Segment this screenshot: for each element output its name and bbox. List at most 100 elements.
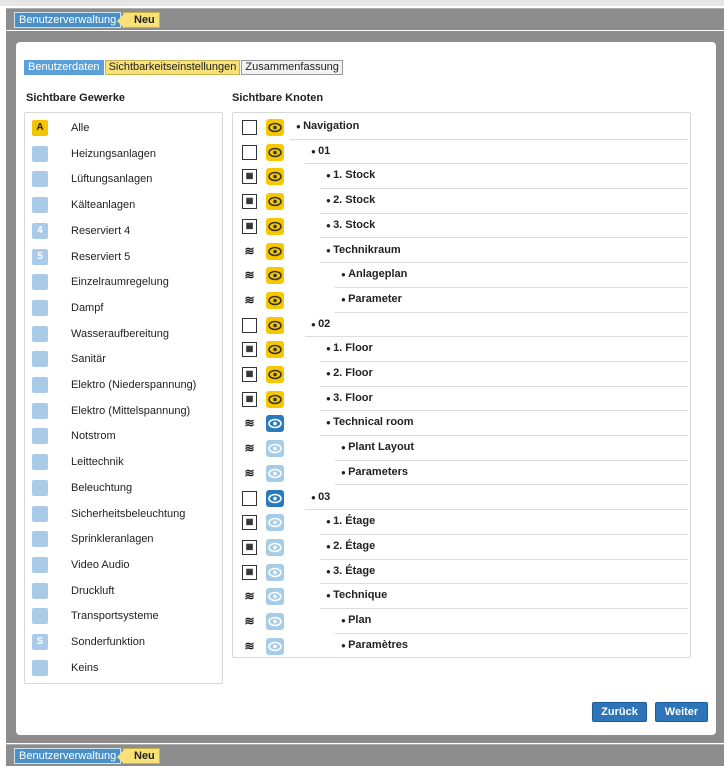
trade-item[interactable]: Sicherheitsbeleuchtung [25, 502, 222, 528]
heating-icon[interactable]: ≋ [242, 441, 257, 456]
heating-icon[interactable]: ≋ [242, 589, 257, 604]
visibility-eye-icon[interactable] [266, 291, 284, 309]
room-control-icon[interactable]: ▦ [242, 194, 257, 210]
breadcrumb-app[interactable]: Benutzerverwaltung [14, 12, 122, 28]
visibility-eye-icon[interactable] [266, 538, 284, 556]
node-checkbox[interactable] [242, 144, 257, 160]
visibility-eye-icon[interactable] [266, 193, 284, 211]
visibility-eye-icon[interactable] [266, 464, 284, 482]
tree-node[interactable]: ≋ ● Anlageplan [233, 263, 690, 288]
trade-item[interactable]: Heizungsanlagen [25, 142, 222, 168]
visibility-eye-icon[interactable] [266, 440, 284, 458]
trade-item[interactable]: Lüftungsanlagen [25, 167, 222, 193]
visibility-eye-icon[interactable] [266, 637, 284, 655]
trade-item[interactable]: Sanitär [25, 347, 222, 373]
tree-node[interactable]: ≋ ● Technique [233, 584, 690, 609]
room-control-icon[interactable]: ▦ [242, 367, 257, 382]
tree-node[interactable]: ▦ ● 3. Floor [233, 387, 690, 412]
tree-node[interactable]: ▦ ● 3. Stock [233, 214, 690, 239]
trade-item[interactable]: Transportsysteme [25, 604, 222, 630]
trade-item[interactable]: Wasseraufbereitung [25, 322, 222, 348]
trade-item[interactable]: Dampf [25, 296, 222, 322]
trade-item[interactable]: Keins [25, 656, 222, 682]
heating-icon[interactable]: ≋ [242, 416, 257, 431]
tree-node[interactable]: ● 02 [233, 313, 690, 338]
room-control-icon[interactable]: ▦ [242, 539, 257, 555]
heating-icon[interactable]: ≋ [242, 639, 257, 654]
heating-icon[interactable]: ≋ [242, 466, 257, 481]
node-label-text: Plan [348, 614, 372, 626]
visibility-eye-icon[interactable] [266, 119, 284, 136]
heating-icon[interactable]: ≋ [242, 268, 257, 283]
trade-item[interactable]: Beleuchtung [25, 476, 222, 502]
room-control-icon[interactable]: ▦ [242, 342, 257, 358]
step-user-data[interactable]: Benutzerdaten [24, 60, 104, 75]
visibility-eye-icon[interactable] [266, 415, 284, 433]
room-control-icon[interactable]: ▦ [242, 218, 257, 234]
trade-item[interactable]: Druckluft [25, 579, 222, 605]
visibility-eye-icon[interactable] [266, 489, 284, 507]
step-summary[interactable]: Zusammenfassung [241, 60, 343, 75]
visibility-eye-icon[interactable] [266, 242, 284, 260]
trade-item[interactable]: 4 Reserviert 4 [25, 219, 222, 245]
tree-node[interactable]: ▦ ● 3. Étage [233, 560, 690, 585]
back-button[interactable]: Zurück [592, 702, 647, 722]
visibility-eye-icon[interactable] [266, 514, 284, 532]
tree-node[interactable]: ≋ ● Plan [233, 609, 690, 634]
visibility-eye-icon[interactable] [266, 563, 284, 581]
trade-item[interactable]: Einzelraumregelung [25, 270, 222, 296]
tree-node[interactable]: ▦ ● 1. Stock [233, 164, 690, 190]
node-checkbox[interactable] [242, 490, 257, 506]
tree-node[interactable]: ▦ ● 1. Floor [233, 337, 690, 362]
tree-node[interactable]: ● 03 [233, 486, 690, 511]
visibility-eye-icon[interactable] [266, 588, 284, 606]
node-checkbox[interactable] [242, 317, 257, 333]
tree-node[interactable]: ≋ ● Parameters [233, 461, 690, 486]
room-control-icon[interactable]: ▦ [242, 169, 257, 185]
heating-icon[interactable]: ≋ [242, 244, 257, 259]
room-control-icon[interactable]: ▦ [242, 564, 257, 580]
trade-item[interactable]: Kälteanlagen [25, 193, 222, 219]
next-button[interactable]: Weiter [655, 702, 708, 722]
trade-item[interactable]: Leittechnik [25, 450, 222, 476]
tree-node[interactable]: ≋ ● Parameter [233, 288, 690, 313]
tree-node[interactable]: ● 01 [233, 140, 690, 165]
tree-node[interactable]: ▦ ● 1. Étage [233, 510, 690, 535]
visibility-eye-icon[interactable] [266, 390, 284, 408]
trade-item[interactable]: Notstrom [25, 424, 222, 450]
visibility-eye-icon[interactable] [266, 143, 284, 161]
tree-node[interactable]: ▦ ● 2. Étage [233, 535, 690, 560]
tree-node[interactable]: ≋ ● Plant Layout [233, 436, 690, 461]
node-label: ● Parameter [341, 293, 402, 305]
tree-node[interactable]: ● Navigation [233, 115, 690, 140]
room-control-icon[interactable]: ▦ [242, 515, 257, 531]
trade-item[interactable]: S Sonderfunktion [25, 630, 222, 656]
breadcrumb-new-badge[interactable]: Neu [117, 12, 160, 28]
room-control-icon[interactable]: ▦ [242, 391, 257, 407]
bullet-icon: ● [311, 319, 319, 329]
trade-item[interactable]: Elektro (Mittelspannung) [25, 399, 222, 425]
visibility-eye-icon[interactable] [266, 217, 284, 235]
footer-breadcrumb-app[interactable]: Benutzerverwaltung [14, 748, 122, 764]
trade-item[interactable]: Elektro (Niederspannung) [25, 373, 222, 399]
tree-node[interactable]: ▦ ● 2. Floor [233, 362, 690, 387]
visibility-eye-icon[interactable] [266, 341, 284, 359]
visibility-eye-icon[interactable] [266, 316, 284, 334]
tree-node[interactable]: ≋ ● Technical room [233, 411, 690, 437]
visibility-eye-icon[interactable] [266, 366, 284, 383]
trade-item[interactable]: Video Audio [25, 553, 222, 579]
step-visibility-settings[interactable]: Sichtbarkeitseinstellungen [104, 60, 241, 75]
trade-item[interactable]: Sprinkleranlagen [25, 527, 222, 553]
trade-item[interactable]: 5 Reserviert 5 [25, 245, 222, 271]
tree-node[interactable]: ▦ ● 2. Stock [233, 189, 690, 214]
visibility-eye-icon[interactable] [266, 168, 284, 186]
tree-node[interactable]: ≋ ● Technikraum [233, 239, 690, 264]
tree-node[interactable]: ≋ ● Paramètres [233, 634, 690, 659]
node-checkbox[interactable] [242, 120, 257, 135]
visibility-eye-icon[interactable] [266, 267, 284, 285]
heating-icon[interactable]: ≋ [242, 293, 257, 308]
heating-icon[interactable]: ≋ [242, 614, 257, 629]
footer-breadcrumb-new-badge[interactable]: Neu [117, 748, 160, 764]
visibility-eye-icon[interactable] [266, 613, 284, 630]
trade-item[interactable]: A Alle [25, 116, 222, 142]
